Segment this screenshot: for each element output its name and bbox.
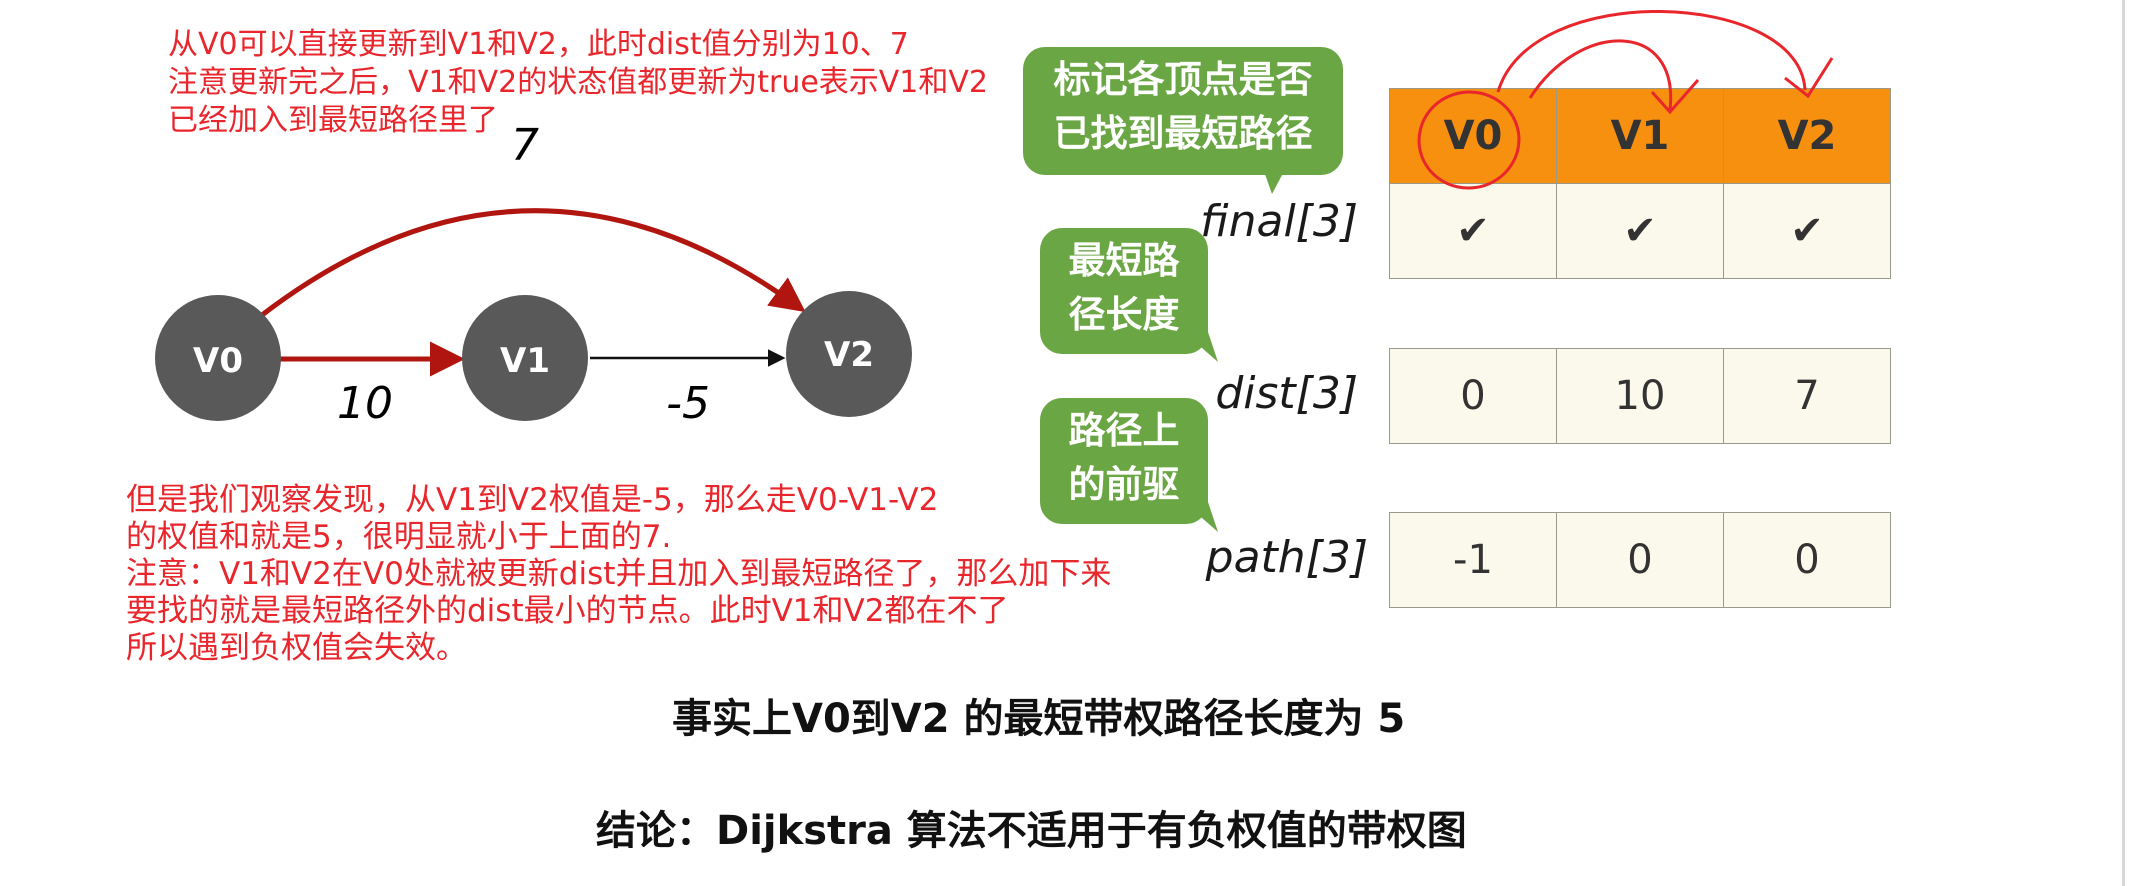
dist-cell-v2: 7 — [1723, 348, 1891, 444]
bottom-note-line-4: 要找的就是最短路径外的dist最小的节点。此时V1和V2都在不了 — [126, 593, 1009, 629]
path-cell-v0: -1 — [1389, 512, 1557, 608]
bottom-note-line-1: 但是我们观察发现，从V1到V2权值是-5，那么走V0-V1-V2 — [126, 482, 939, 518]
node-v0-label: V0 — [193, 341, 243, 381]
label-path: path[3] — [1205, 532, 1368, 583]
dist-table: 0 10 7 — [1389, 348, 1891, 444]
graph-diagram: V0 V1 V2 7 10 -5 — [155, 120, 912, 429]
bubble-dist-tail — [1170, 320, 1218, 362]
dist-row: 0 10 7 — [1389, 348, 1891, 444]
bubble-final-line-2: 已找到最短路径 — [1053, 112, 1313, 155]
bottom-note-line-3: 注意：V1和V2在V0处就被更新dist并且加入到最短路径了，那么加下来 — [126, 556, 1112, 592]
bottom-note-line-2: 的权值和就是5，很明显就小于上面的7. — [126, 519, 672, 555]
path-table: -1 0 0 — [1389, 512, 1891, 608]
bottom-note: 但是我们观察发现，从V1到V2权值是-5，那么走V0-V1-V2 的权值和就是5… — [126, 482, 1111, 667]
scrollbar-track[interactable] — [2122, 0, 2125, 886]
path-cell-v1: 0 — [1556, 512, 1724, 608]
arc-v0-to-v1 — [1528, 39, 1673, 111]
conclusion-statement: 结论：Dijkstra 算法不适用于有负权值的带权图 — [596, 808, 1467, 854]
bottom-note-line-5: 所以遇到负权值会失效。 — [126, 630, 467, 666]
weight-v0-v1: 10 — [337, 378, 393, 429]
bubble-final: 标记各顶点是否 已找到最短路径 — [1023, 47, 1343, 175]
dist-cell-v0: 0 — [1389, 348, 1557, 444]
slide: 从V0可以直接更新到V1和V2，此时dist值分别为10、7 注意更新完之后，V… — [0, 0, 2141, 886]
label-dist: dist[3] — [1215, 368, 1358, 419]
path-row: -1 0 0 — [1389, 512, 1891, 608]
node-v1-label: V1 — [500, 341, 550, 381]
dist-cell-v1: 10 — [1556, 348, 1724, 444]
path-cell-v2: 0 — [1723, 512, 1891, 608]
circle-around-v0 — [1417, 90, 1521, 190]
fact-statement: 事实上V0到V2 的最短带权路径长度为 5 — [672, 696, 1406, 742]
arrowhead-v1 — [1650, 79, 1700, 115]
weight-v0-v2: 7 — [511, 120, 539, 171]
handdrawn-annotation — [1417, 10, 1834, 190]
node-v2-label: V2 — [824, 335, 874, 375]
arrowhead-v2 — [1784, 57, 1834, 99]
bubble-final-tail — [1260, 160, 1290, 194]
label-final: final[3] — [1200, 196, 1358, 247]
weight-v1-v2: -5 — [666, 378, 710, 429]
bubble-final-line-1: 标记各顶点是否 — [1053, 58, 1313, 101]
